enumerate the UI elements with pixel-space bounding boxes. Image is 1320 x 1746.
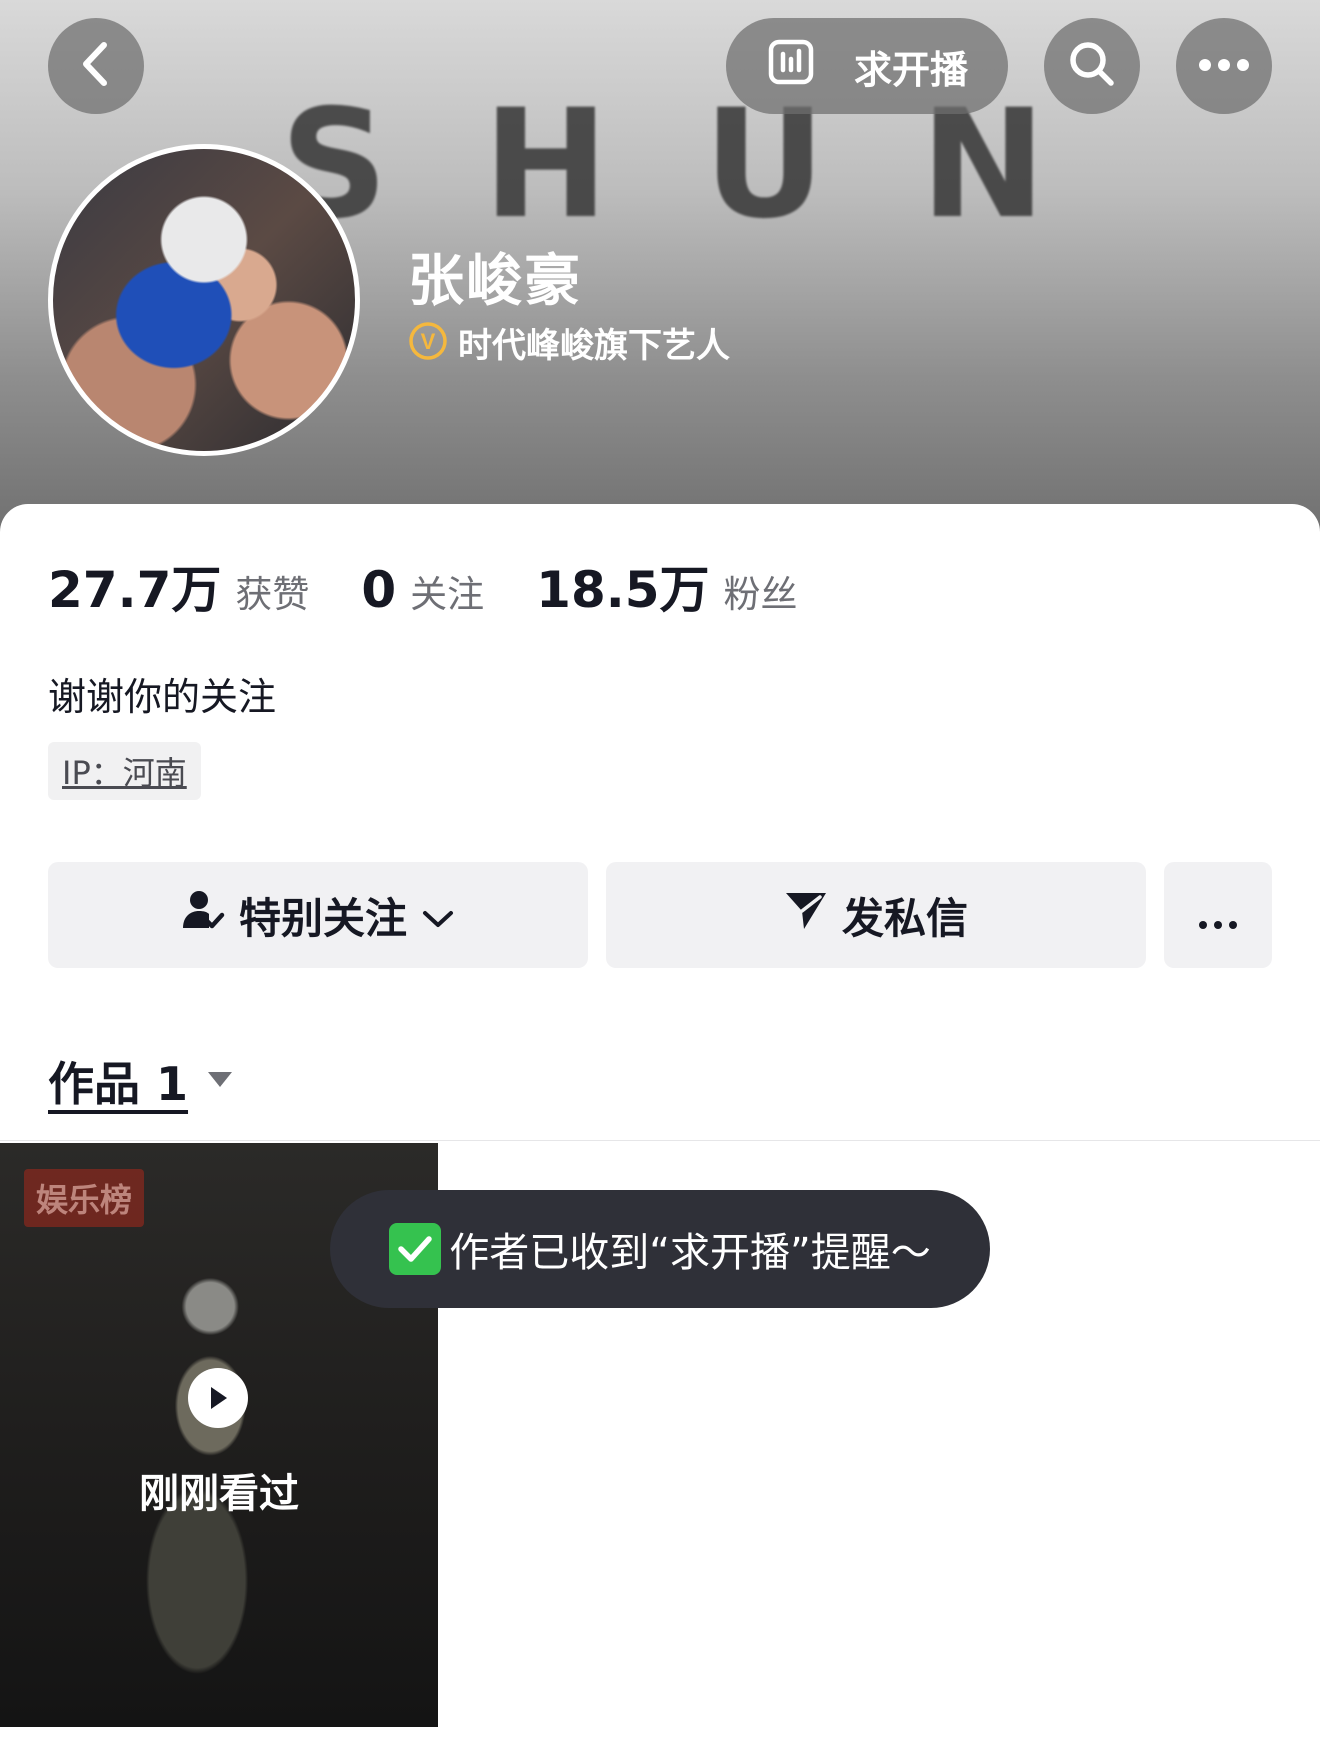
stat-followers[interactable]: 18.5万 粉丝 [536, 550, 797, 622]
stat-value: 0 [361, 561, 397, 619]
special-follow-label: 特别关注 [238, 893, 407, 943]
caret-down-icon [206, 1069, 234, 1093]
more-button[interactable] [1176, 18, 1272, 114]
bio-text: 谢谢你的关注 [48, 675, 277, 719]
check-mark-icon [389, 1223, 442, 1275]
tab-works[interactable]: 作品 1 [48, 1048, 234, 1114]
verified-badge-letter: V [421, 329, 436, 354]
back-button[interactable] [48, 18, 144, 114]
send-message-label: 发私信 [841, 893, 968, 943]
toast-message: 作者已收到“求开播”提醒～ [449, 1230, 931, 1276]
send-plane-icon [784, 889, 828, 941]
avatar[interactable] [48, 144, 360, 456]
stat-value: 18.5万 [536, 561, 710, 619]
recently-viewed-label: 刚刚看过 [139, 1471, 299, 1517]
stat-label: 关注 [410, 573, 485, 616]
profile-cover: SHUN 求开播 张峻豪 V 时代峰峻旗下艺人 [0, 0, 1320, 540]
more-actions-button[interactable] [1164, 862, 1272, 968]
request-live-label: 求开播 [853, 47, 968, 92]
special-follow-button[interactable]: 特别关注 [48, 862, 588, 968]
profile-name: 张峻豪 [408, 249, 582, 314]
tab-divider [0, 1140, 1320, 1141]
verification-text: 时代峰峻旗下艺人 [458, 326, 730, 366]
stat-label: 获赞 [235, 573, 310, 616]
search-icon [1066, 38, 1118, 94]
more-dots-icon [1198, 57, 1250, 76]
verification-row: V 时代峰峻旗下艺人 [408, 318, 730, 367]
user-check-icon [181, 888, 225, 942]
stat-label: 粉丝 [723, 573, 798, 616]
stats-row: 27.7万 获赞 0 关注 18.5万 粉丝 [48, 550, 850, 622]
ranking-badge: 娱乐榜 [24, 1169, 145, 1227]
chevron-down-icon [421, 891, 455, 940]
stat-value: 27.7万 [48, 561, 222, 619]
play-icon [188, 1368, 248, 1428]
chevron-left-icon [76, 39, 116, 93]
send-message-button[interactable]: 发私信 [606, 862, 1146, 968]
request-live-button[interactable]: 求开播 [726, 18, 1008, 114]
more-dots-icon [1198, 891, 1238, 940]
bar-chart-icon [766, 37, 816, 96]
stat-likes[interactable]: 27.7万 获赞 [48, 550, 309, 622]
search-button[interactable] [1044, 18, 1140, 114]
works-tab-label: 作品 1 [48, 1057, 189, 1111]
stat-following[interactable]: 0 关注 [361, 561, 484, 619]
verified-badge-icon: V [408, 321, 448, 365]
ip-location-tag[interactable]: IP：河南 [48, 742, 201, 800]
toast-notification: 作者已收到“求开播”提醒～ [330, 1190, 990, 1308]
